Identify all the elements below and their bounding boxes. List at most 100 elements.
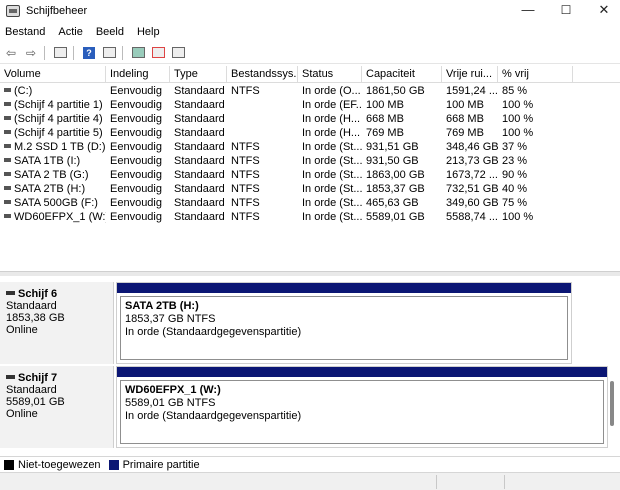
cell-volume: SATA 500GB (F:)	[0, 196, 106, 210]
partition-details: SATA 2TB (H:) 1853,37 GB NTFS In orde (S…	[120, 296, 568, 360]
cell-bestandssysteem	[227, 112, 298, 126]
table-row[interactable]: SATA 1TB (I:) Eenvoudig Standaard NTFS I…	[0, 154, 620, 168]
disk-7-info[interactable]: Schijf 7 Standaard 5589,01 GB Online	[0, 366, 114, 448]
cell-type: Standaard	[174, 211, 225, 223]
column-procent-vrij[interactable]: % vrij	[498, 66, 573, 83]
volume-icon	[4, 214, 11, 219]
cell-status: In orde (St...	[302, 155, 362, 167]
cell-capaciteit: 931,50 GB	[366, 155, 419, 167]
cell-volume: (Schijf 4 partitie 4)	[0, 112, 106, 126]
cell-capaciteit: 769 MB	[366, 127, 404, 139]
cell-capaciteit: 465,63 GB	[366, 197, 419, 209]
cell-volume: WD60EFPX_1 (W:)	[0, 210, 106, 224]
cell-capaciteit: 100 MB	[366, 99, 404, 111]
properties-icon[interactable]	[100, 45, 118, 61]
column-type[interactable]: Type	[170, 66, 227, 83]
disk-7-status: Online	[6, 408, 38, 420]
table-row[interactable]: WD60EFPX_1 (W:) Eenvoudig Standaard NTFS…	[0, 210, 620, 224]
window-title: Schijfbeheer	[26, 5, 88, 17]
cell-status: In orde (H...	[302, 127, 361, 139]
volume-icon	[4, 172, 11, 177]
cell-procent-vrij: 100 %	[502, 99, 534, 111]
primary-partition-bar	[117, 283, 571, 293]
cell-volume: (Schijf 4 partitie 1)	[0, 98, 106, 112]
cell-bestandssysteem: NTFS	[231, 211, 260, 223]
cell-capaciteit: 1861,50 GB	[366, 85, 425, 97]
status-segment	[504, 475, 505, 489]
cell-type: Standaard	[174, 169, 225, 181]
cell-type: Standaard	[174, 113, 225, 125]
partition-size: 5589,01 GB NTFS	[125, 397, 216, 409]
title-bar: Schijfbeheer — ☐ ✕	[0, 0, 620, 22]
cell-vrije-ruimte: 213,73 GB	[446, 155, 498, 167]
menu-beeld[interactable]: Beeld	[96, 26, 124, 38]
volume-icon	[4, 116, 11, 121]
cell-status: In orde (O...	[302, 85, 361, 97]
cell-bestandssysteem: NTFS	[231, 183, 260, 195]
primary-partition-swatch	[108, 459, 119, 470]
cell-indeling: Eenvoudig	[110, 211, 162, 223]
cell-capaciteit: 1853,37 GB	[366, 183, 425, 195]
cell-volume: SATA 2TB (H:)	[0, 182, 106, 196]
cell-bestandssysteem: NTFS	[231, 197, 260, 209]
table-row[interactable]: M.2 SSD 1 TB (D:) Eenvoudig Standaard NT…	[0, 140, 620, 154]
cell-type: Standaard	[174, 183, 225, 195]
cell-procent-vrij: 100 %	[502, 127, 534, 139]
disk-6-partition[interactable]: SATA 2TB (H:) 1853,37 GB NTFS In orde (S…	[116, 282, 572, 364]
unallocated-swatch	[4, 459, 14, 470]
column-volume[interactable]: Volume	[0, 66, 106, 83]
primary-partition-bar	[117, 367, 607, 377]
cell-type: Standaard	[174, 85, 225, 97]
table-row[interactable]: SATA 500GB (F:) Eenvoudig Standaard NTFS…	[0, 196, 620, 210]
maximize-button[interactable]: ☐	[548, 0, 584, 22]
close-button[interactable]: ✕	[586, 0, 620, 22]
cell-type: Standaard	[174, 127, 225, 139]
disk-7-partition[interactable]: WD60EFPX_1 (W:) 5589,01 GB NTFS In orde …	[116, 366, 608, 448]
volume-icon	[4, 130, 11, 135]
column-capaciteit[interactable]: Capaciteit	[362, 66, 442, 83]
toolbar: ⇦ ⇨ ?	[0, 42, 620, 64]
menu-actie[interactable]: Actie	[58, 26, 82, 38]
table-row[interactable]: SATA 2TB (H:) Eenvoudig Standaard NTFS I…	[0, 182, 620, 196]
cell-capaciteit: 931,51 GB	[366, 141, 419, 153]
cell-bestandssysteem	[227, 126, 298, 140]
cell-type: Standaard	[174, 155, 225, 167]
volume-list-header: Volume Indeling Type Bestandssys... Stat…	[0, 66, 620, 83]
disk-7-size: 5589,01 GB	[6, 396, 65, 408]
menu-bestand[interactable]: Bestand	[5, 26, 45, 38]
connect-icon[interactable]	[129, 45, 147, 61]
view-icon[interactable]	[169, 45, 187, 61]
column-status[interactable]: Status	[298, 66, 362, 83]
cell-procent-vrij: 90 %	[502, 169, 528, 181]
cell-vrije-ruimte: 769 MB	[446, 127, 484, 139]
cell-vrije-ruimte: 100 MB	[446, 99, 484, 111]
table-row[interactable]: (C:) Eenvoudig Standaard NTFS In orde (O…	[0, 84, 620, 98]
cell-bestandssysteem	[227, 98, 298, 112]
cell-vrije-ruimte: 732,51 GB	[446, 183, 498, 195]
table-row[interactable]: (Schijf 4 partitie 1) Eenvoudig Standaar…	[0, 98, 620, 112]
column-indeling[interactable]: Indeling	[106, 66, 170, 83]
minimize-button[interactable]: —	[510, 0, 546, 22]
partition-status: In orde (Standaardgegevenspartitie)	[125, 410, 302, 422]
cell-volume: SATA 2 TB (G:)	[0, 168, 106, 182]
table-row[interactable]: (Schijf 4 partitie 4) Eenvoudig Standaar…	[0, 112, 620, 126]
help-icon[interactable]: ?	[80, 45, 98, 61]
partition-status: In orde (Standaardgegevenspartitie)	[125, 326, 302, 338]
forward-arrow-icon[interactable]: ⇨	[22, 45, 40, 61]
column-vrije-ruimte[interactable]: Vrije rui...	[442, 66, 498, 83]
back-arrow-icon[interactable]: ⇦	[2, 45, 20, 61]
menu-help[interactable]: Help	[137, 26, 160, 38]
partition-title: SATA 2TB (H:)	[125, 300, 199, 312]
cell-status: In orde (EF...	[302, 99, 362, 111]
cell-volume: SATA 1TB (I:)	[0, 154, 106, 168]
vertical-scrollbar[interactable]	[610, 381, 614, 426]
table-row[interactable]: SATA 2 TB (G:) Eenvoudig Standaard NTFS …	[0, 168, 620, 182]
console-tree-icon[interactable]	[51, 45, 69, 61]
disk-6-info[interactable]: Schijf 6 Standaard 1853,38 GB Online	[0, 282, 114, 364]
partition-details: WD60EFPX_1 (W:) 5589,01 GB NTFS In orde …	[120, 380, 604, 444]
cell-indeling: Eenvoudig	[110, 155, 162, 167]
table-row[interactable]: (Schijf 4 partitie 5) Eenvoudig Standaar…	[0, 126, 620, 140]
column-bestandssysteem[interactable]: Bestandssys...	[227, 66, 298, 83]
toolbar-separator	[44, 45, 45, 60]
checklist-icon[interactable]	[149, 45, 167, 61]
